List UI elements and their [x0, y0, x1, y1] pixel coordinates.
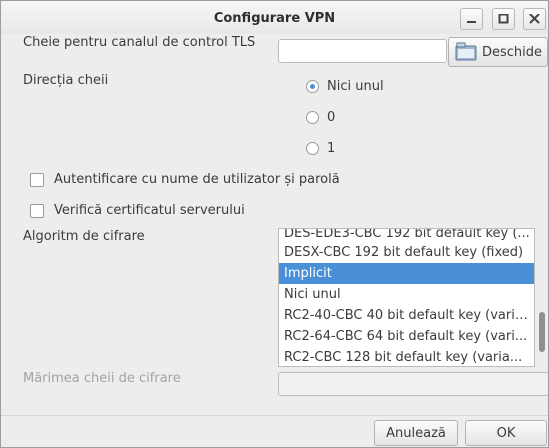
list-item-selected[interactable]: Implicit	[279, 263, 534, 284]
title-bar[interactable]: Configurare VPN	[1, 1, 548, 34]
close-button[interactable]	[523, 8, 546, 30]
checkbox-indicator	[30, 172, 44, 187]
checkbox-indicator	[30, 203, 44, 218]
key-size-field[interactable]	[278, 372, 548, 396]
key-size-label: Mărimea cheii de cifrare	[23, 371, 181, 386]
open-button-label: Deschide	[482, 44, 543, 60]
cipher-label: Algoritm de cifrare	[23, 229, 145, 244]
auth-checkbox-label: Autentificare cu nume de utilizator și p…	[54, 172, 340, 187]
list-item[interactable]: RC2-CBC 128 bit default key (varia...	[279, 347, 534, 366]
cipher-list[interactable]: DES-EDE3-CBC 192 bit default key (... DE…	[278, 228, 535, 367]
scrollbar-thumb[interactable]	[539, 312, 545, 352]
list-item[interactable]: DESX-CBC 192 bit default key (fixed)	[279, 242, 534, 263]
verify-cert-checkbox-label: Verifică certificatul serverului	[54, 203, 245, 218]
list-item[interactable]: Nici unul	[279, 284, 534, 305]
radio-1[interactable]: 1	[306, 141, 335, 156]
tls-key-label: Cheie pentru canalul de control TLS	[23, 35, 256, 50]
minimize-button[interactable]	[460, 8, 483, 30]
dialog-button-bar: Anulează OK	[1, 415, 548, 447]
verify-cert-checkbox[interactable]: Verifică certificatul serverului	[30, 203, 245, 218]
radio-0[interactable]: 0	[306, 110, 335, 125]
maximize-button[interactable]	[492, 8, 515, 30]
open-button[interactable]: Deschide	[448, 37, 548, 67]
radio-indicator	[306, 111, 319, 124]
radio-1-label: 1	[327, 141, 336, 156]
key-direction-label: Direcția cheii	[23, 73, 109, 88]
folder-icon	[455, 42, 477, 61]
auth-checkbox[interactable]: Autentificare cu nume de utilizator și p…	[30, 172, 340, 187]
radio-0-label: 0	[327, 110, 336, 125]
tls-key-field[interactable]	[278, 39, 447, 63]
dialog-content: Cheie pentru canalul de control TLS Desc…	[1, 34, 548, 415]
vpn-config-dialog: Configurare VPN Cheie pentru canalul de …	[0, 0, 549, 448]
ok-button[interactable]: OK	[465, 420, 547, 446]
close-icon	[529, 14, 540, 24]
cipher-list-scrollbar[interactable]	[535, 228, 548, 367]
radio-indicator	[306, 80, 319, 93]
maximize-icon	[498, 14, 509, 24]
radio-none-label: Nici unul	[327, 79, 384, 94]
radio-indicator	[306, 142, 319, 155]
list-item[interactable]: RC2-40-CBC 40 bit default key (varia...	[279, 305, 534, 326]
radio-none[interactable]: Nici unul	[306, 79, 384, 94]
minimize-icon	[467, 21, 476, 23]
cancel-button[interactable]: Anulează	[374, 420, 458, 446]
list-item[interactable]: RC2-64-CBC 64 bit default key (vari...	[279, 326, 534, 347]
